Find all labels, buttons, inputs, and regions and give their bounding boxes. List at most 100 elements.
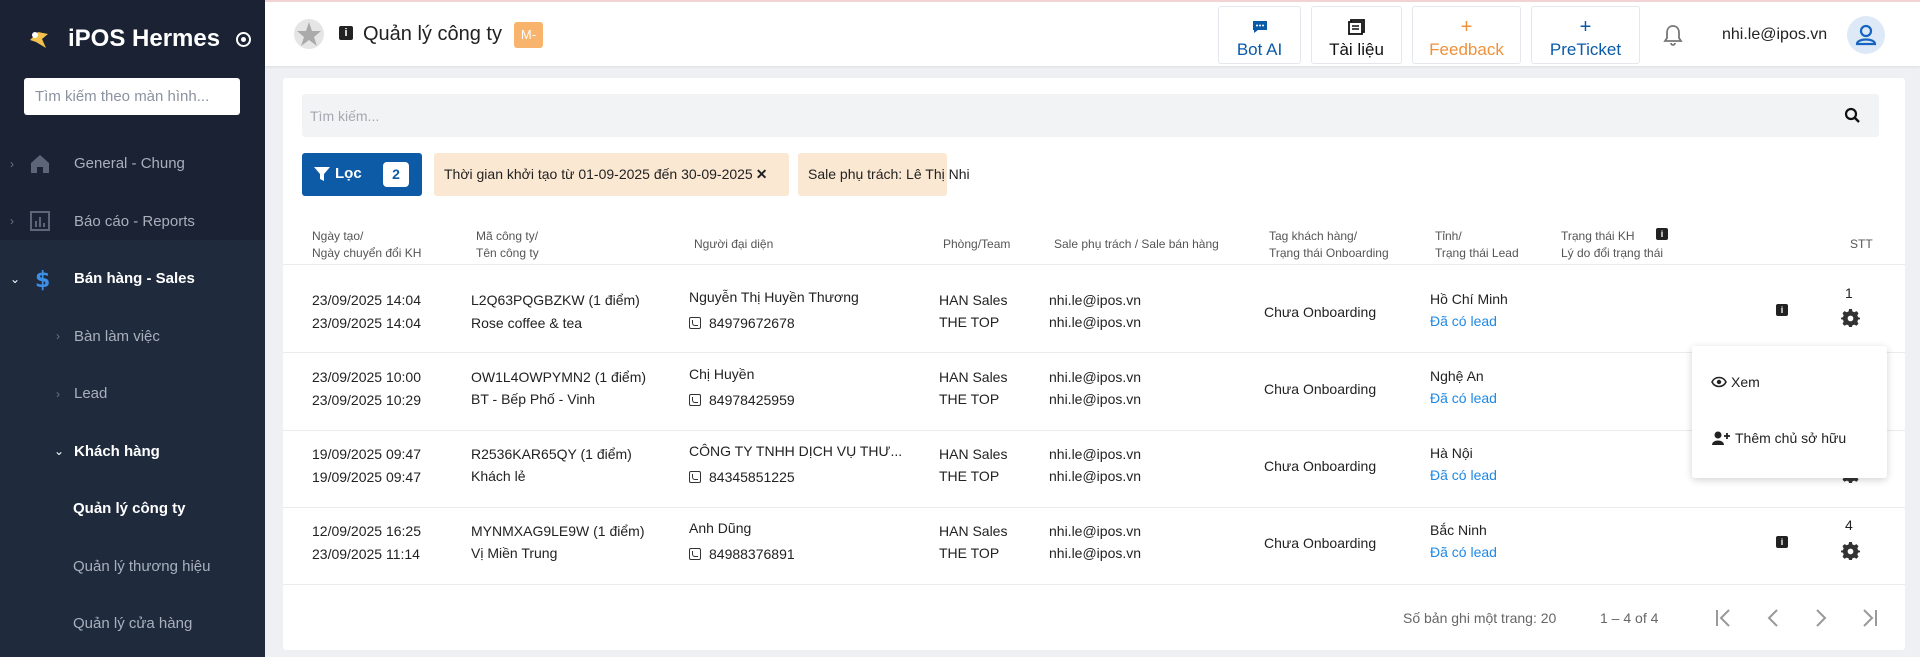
lead-status-link[interactable]: Đã có lead [1430, 541, 1497, 563]
last-page-icon[interactable] [1856, 605, 1882, 631]
representative-name: Nguyễn Thị Huyền Thương [689, 289, 859, 305]
company-name: Khách lẻ [471, 468, 526, 484]
sidebar-item-company-management[interactable]: Quản lý công ty [0, 480, 265, 538]
sale-email: nhi.le@ipos.vn [1049, 391, 1142, 407]
bell-icon[interactable] [1661, 23, 1685, 47]
sidebar-item-customers[interactable]: ⌄ Khách hàng [0, 422, 265, 480]
table-row[interactable]: 12/09/2025 16:25 23/09/2025 11:14 MYNMXA… [283, 508, 1905, 585]
add-owner-menu-item[interactable]: Thêm chủ sở hữu [1711, 430, 1846, 446]
feedback-button[interactable]: + Feedback [1412, 6, 1521, 64]
avatar[interactable] [1847, 16, 1885, 54]
book-icon [1312, 19, 1401, 35]
brand[interactable]: iPOS Hermes [0, 0, 265, 78]
info-icon[interactable]: i [1656, 228, 1668, 240]
lead-status-link[interactable]: Đã có lead [1430, 464, 1497, 486]
phone-number: 84978425959 [709, 392, 795, 408]
company-name: BT - Bếp Phố - Vinh [471, 391, 595, 407]
column-header-line: Tag khách hàng/ [1269, 229, 1358, 243]
search-icon[interactable] [1844, 107, 1861, 124]
company-code[interactable]: MYNMXAG9LE9W (1 điểm) [471, 520, 644, 542]
chevron-down-icon: ⌄ [10, 271, 21, 286]
representative-name: Anh Dũng [689, 520, 752, 536]
onboarding-status: Chưa Onboarding [1264, 458, 1377, 474]
column-header-representative[interactable]: Người đại diện [694, 236, 773, 253]
sidebar-item-label: Báo cáo - Reports [74, 212, 195, 230]
info-icon[interactable]: i [1776, 536, 1788, 548]
lead-status-link[interactable]: Đã có lead [1430, 387, 1497, 409]
chevron-right-icon: › [56, 329, 60, 344]
team: HAN Sales [939, 369, 1008, 385]
province: Bắc Ninh [1430, 522, 1487, 538]
created-date: 23/09/2025 14:04 [312, 292, 421, 308]
filter-chip-created-date[interactable]: Thời gian khởi tạo từ 01-09-2025 đến 30-… [434, 153, 789, 196]
column-header-sale[interactable]: Sale phụ trách / Sale bán hàng [1054, 236, 1219, 253]
filter-button[interactable]: Lọc 2 [302, 153, 422, 196]
company-code[interactable]: OW1L4OWPYMN2 (1 điểm) [471, 366, 646, 388]
sidebar-item-label: Khách hàng [74, 442, 160, 460]
team: HAN Sales [939, 446, 1008, 462]
info-icon[interactable]: i [339, 26, 353, 40]
bot-ai-button[interactable]: Bot AI [1218, 6, 1301, 64]
documents-label: Tài liệu [1329, 40, 1384, 59]
sidebar-search-input[interactable] [24, 78, 240, 115]
sale-email: nhi.le@ipos.vn [1049, 545, 1142, 561]
top-header: i Quản lý công ty M- Bot AI Tài liệu + F… [265, 0, 1920, 66]
company-code[interactable]: R2536KAR65QY (1 điểm) [471, 443, 632, 465]
previous-page-icon[interactable] [1760, 605, 1786, 631]
next-page-icon[interactable] [1808, 605, 1834, 631]
table-row[interactable]: 23/09/2025 10:00 23/09/2025 10:29 OW1L4O… [283, 354, 1905, 431]
column-header-company[interactable]: Mã công ty/ Tên công ty [476, 228, 539, 262]
svg-text:$: $ [35, 268, 50, 291]
phone-icon [689, 394, 701, 406]
sidebar-item-label: Bán hàng - Sales [74, 270, 195, 288]
sidebar-item-label: Lead [74, 385, 108, 403]
plus-icon: + [1460, 16, 1473, 38]
view-menu-item[interactable]: Xem [1711, 374, 1760, 390]
star-icon[interactable] [293, 18, 325, 50]
column-header-line: Mã công ty/ [476, 229, 539, 243]
company-code[interactable]: L2Q63PQGBZKW (1 điểm) [471, 289, 640, 311]
gear-icon[interactable] [1841, 541, 1860, 560]
sidebar-item-store-management[interactable]: Quản lý cửa hàng [0, 595, 265, 653]
rows-per-page[interactable]: Số bản ghi một trang: 20 [1403, 610, 1556, 626]
column-header-status[interactable]: Trạng thái KH Lý do đổi trạng thái [1561, 228, 1663, 262]
sidebar-toggle-icon[interactable] [236, 31, 252, 47]
column-header-line: Trạng thái Lead [1435, 246, 1519, 260]
sidebar-item-lead[interactable]: › Lead [0, 365, 265, 423]
add-user-icon [1712, 431, 1730, 445]
user-email[interactable]: nhi.le@ipos.vn [1722, 26, 1827, 44]
sidebar-item-sales[interactable]: ⌄ $ Bán hàng - Sales [0, 250, 265, 308]
sidebar-item-label: General - Chung [74, 155, 185, 173]
sale-email: nhi.le@ipos.vn [1049, 446, 1142, 462]
documents-button[interactable]: Tài liệu [1311, 6, 1402, 64]
team: HAN Sales [939, 523, 1008, 539]
sidebar-item-workspace[interactable]: › Bàn làm việc [0, 307, 265, 365]
table-row[interactable]: 19/09/2025 09:47 19/09/2025 09:47 R2536K… [283, 431, 1905, 508]
filter-chip-sale[interactable]: Sale phụ trách: Lê Thị Nhi [798, 153, 970, 196]
sale-email: nhi.le@ipos.vn [1049, 292, 1142, 308]
column-header-province[interactable]: Tỉnh/ Trạng thái Lead [1435, 228, 1519, 262]
sidebar-item-reports[interactable]: › Báo cáo - Reports [0, 193, 265, 251]
onboarding-status: Chưa Onboarding [1264, 535, 1377, 551]
info-icon[interactable]: i [1776, 304, 1788, 316]
first-page-icon[interactable] [1711, 605, 1737, 631]
preticket-button[interactable]: + PreTicket [1531, 6, 1640, 64]
lead-status-link[interactable]: Đã có lead [1430, 310, 1497, 332]
phone-icon [689, 548, 701, 560]
column-header-line: Tỉnh/ [1435, 229, 1462, 243]
sidebar-item-general[interactable]: › General - Chung [0, 135, 265, 193]
phone-number: 84988376891 [709, 546, 795, 562]
table-row[interactable]: 23/09/2025 14:04 23/09/2025 14:04 L2Q63P… [283, 276, 1905, 353]
search-box [302, 94, 1879, 137]
search-input[interactable] [302, 94, 1802, 137]
close-icon[interactable]: ✕ [756, 166, 768, 182]
column-header-line: Lý do đổi trạng thái [1561, 246, 1664, 260]
column-header-date[interactable]: Ngày tạo/ Ngày chuyển đổi KH [312, 228, 421, 262]
sidebar-item-brand-management[interactable]: Quản lý thương hiệu [0, 537, 265, 595]
column-header-team[interactable]: Phòng/Team [943, 236, 1010, 253]
team: THE TOP [939, 391, 1000, 407]
gear-icon[interactable] [1841, 308, 1860, 327]
preticket-label: PreTicket [1549, 40, 1622, 59]
user-icon [1855, 24, 1877, 46]
column-header-tag[interactable]: Tag khách hàng/ Trạng thái Onboarding [1269, 228, 1389, 262]
